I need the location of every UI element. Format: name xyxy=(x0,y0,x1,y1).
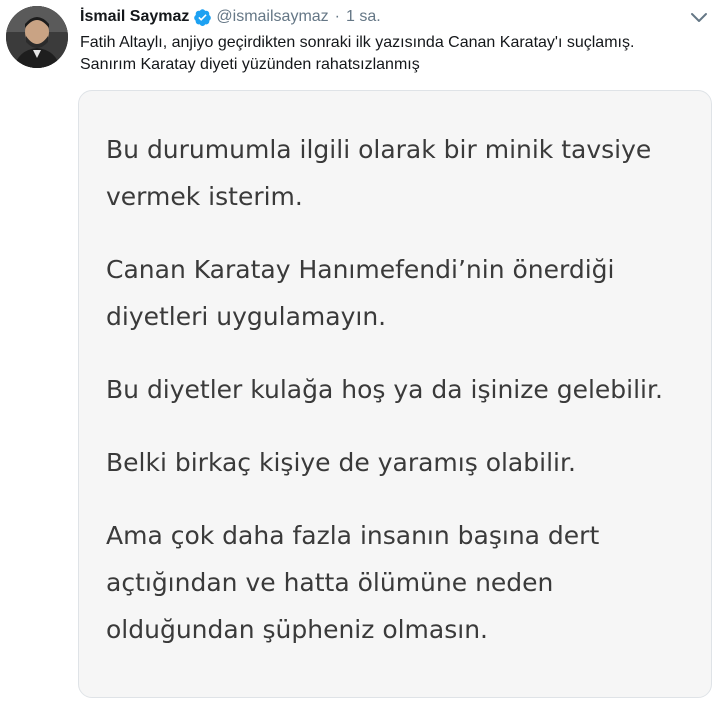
tweet-timestamp[interactable]: 1 sa. xyxy=(346,8,381,26)
avatar-image xyxy=(6,6,68,68)
image-paragraph: Ama çok daha fazla insanın başına dert a… xyxy=(106,521,600,644)
tweet-text-line: Sanırım Karatay diyeti yüzünden rahatsız… xyxy=(80,56,420,73)
user-handle[interactable]: @ismailsaymaz xyxy=(216,8,328,26)
attached-image[interactable]: Bu durumumla ilgili olarak bir minik tav… xyxy=(78,90,712,698)
separator-dot: · xyxy=(334,8,340,25)
tweet-text-line: Fatih Altaylı, anjiyo geçirdikten sonrak… xyxy=(80,34,635,51)
user-name[interactable]: İsmail Saymaz xyxy=(80,8,189,26)
chevron-down-icon[interactable] xyxy=(688,10,710,26)
verified-badge-icon xyxy=(193,8,212,27)
image-paragraph: Belki birkaç kişiye de yaramış olabilir. xyxy=(106,448,576,477)
image-paragraph: Canan Karatay Hanımefendi’nin önerdiği d… xyxy=(106,255,615,331)
tweet-header: İsmail Saymaz @ismailsaymaz · 1 sa. xyxy=(80,6,381,28)
avatar[interactable] xyxy=(6,6,68,68)
image-text: Bu durumumla ilgili olarak bir minik tav… xyxy=(106,126,696,679)
tweet-text: Fatih Altaylı, anjiyo geçirdikten sonrak… xyxy=(80,32,700,76)
image-paragraph: Bu durumumla ilgili olarak bir minik tav… xyxy=(106,135,652,211)
image-paragraph: Bu diyetler kulağa hoş ya da işinize gel… xyxy=(106,375,663,404)
